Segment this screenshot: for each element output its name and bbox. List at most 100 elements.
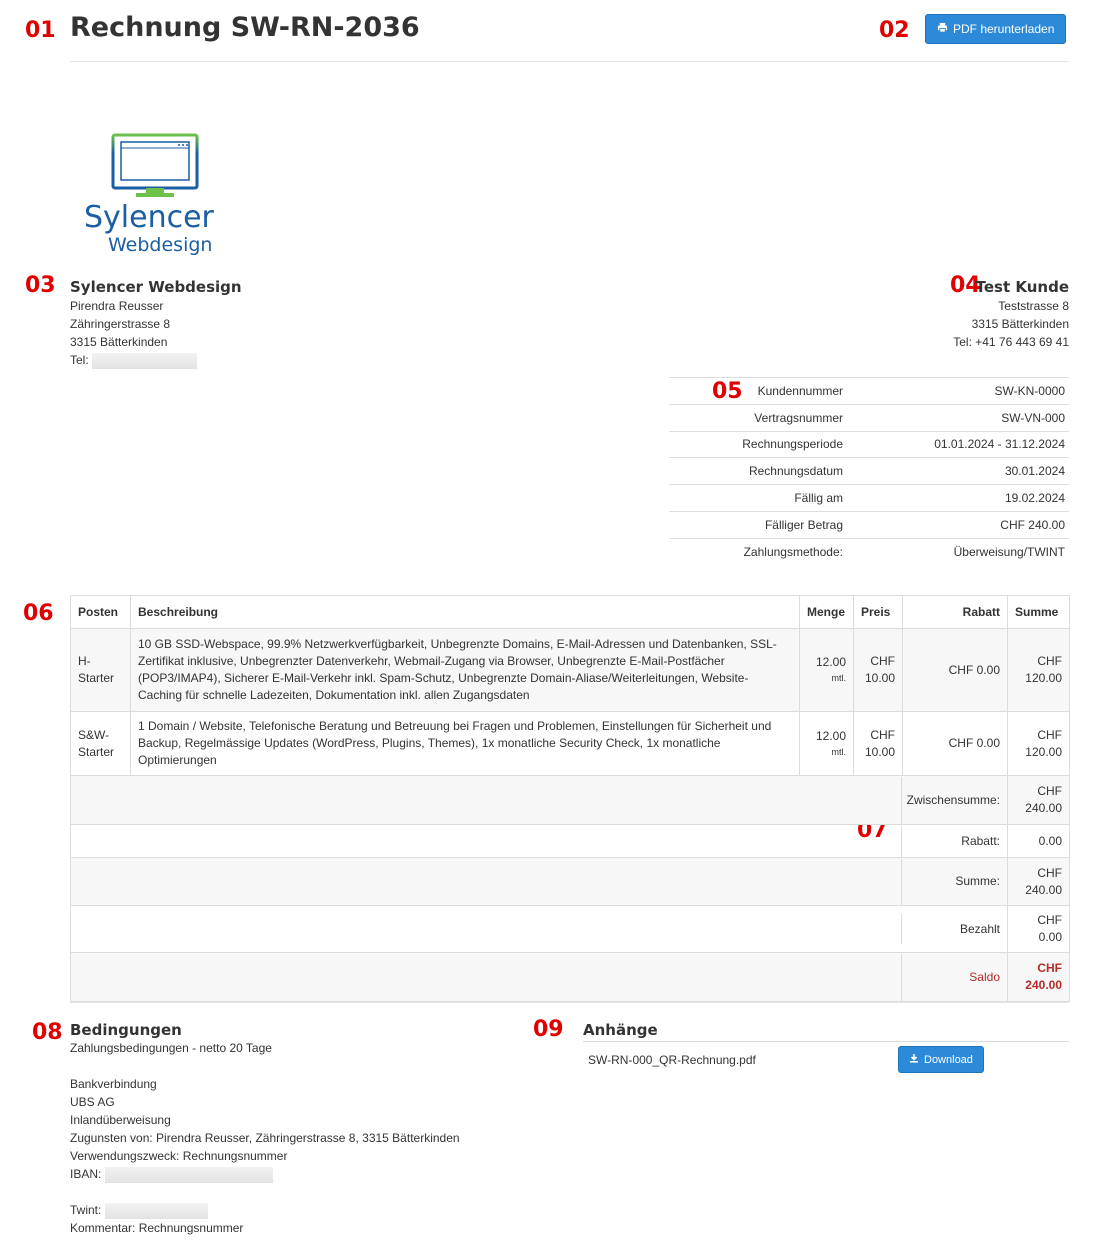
customer-tel: Tel: +41 76 443 69 41 <box>953 335 1069 349</box>
balance-value: CHF 240.00 <box>1007 952 1070 1002</box>
balance-label: Saldo <box>969 969 1000 984</box>
totals-row-subtotal: Zwischensumme: CHF 240.00 <box>70 775 1070 825</box>
attachment-download-button[interactable]: Download <box>898 1046 984 1073</box>
item-unit: mtl. <box>831 746 847 757</box>
detail-label: Fälliger Betrag <box>669 510 847 539</box>
totals-row-sum: Summe: CHF 240.00 <box>70 857 1070 906</box>
detail-value: Überweisung/TWINT <box>847 537 1069 566</box>
item-beschreibung: 1 Domain / Website, Telefonische Beratun… <box>130 711 800 776</box>
twint-comment: Kommentar: Rechnungsnummer <box>70 1221 244 1235</box>
detail-label: Vertragsnummer <box>669 403 847 432</box>
totals-label: Zwischensumme: <box>906 792 1000 807</box>
totals-label-cell: Bezahlt <box>70 905 1008 953</box>
marker-09: 09 <box>533 1017 564 1042</box>
item-rabatt: CHF 0.00 <box>902 628 1008 712</box>
detail-row-payment-method: Zahlungsmethode: Überweisung/TWINT <box>669 537 1069 566</box>
invoice-details-table: Kundennummer SW-KN-0000 Vertragsnummer SW-… <box>669 377 1069 566</box>
customer-address: Test Kunde Teststrasse 8 3315 Bätterkind… <box>953 278 1069 351</box>
invoice-items-table: Posten Beschreibung Menge Preis Rabatt S… <box>70 595 1070 1002</box>
beneficiary: Zugunsten von: Pirendra Reusser, Zähring… <box>70 1131 460 1145</box>
terms-title: Bedingungen <box>70 1021 182 1039</box>
marker-08: 08 <box>32 1020 63 1045</box>
detail-label: Kundennummer <box>669 377 847 405</box>
redacted-twint <box>104 1202 208 1219</box>
company-logo: Sylencer Webdesign <box>84 132 236 256</box>
attachments-section: Anhänge SW-RN-000_QR-Rechnung.pdf Downlo… <box>583 1021 1069 1076</box>
detail-value: 01.01.2024 - 31.12.2024 <box>847 430 1069 458</box>
detail-value: 19.02.2024 <box>847 484 1069 512</box>
totals-label: Summe: <box>955 874 1000 888</box>
item-menge-value: 12.00 <box>815 655 846 669</box>
col-header-preis: Preis <box>853 595 903 629</box>
detail-value: SW-KN-0000 <box>847 377 1069 405</box>
marker-01: 01 <box>25 18 56 43</box>
totals-row-paid: Bezahlt CHF 0.00 <box>70 905 1070 953</box>
customer-city: 3315 Bätterkinden <box>971 317 1069 331</box>
company-tel-label: Tel: <box>70 353 89 367</box>
company-city: 3315 Bätterkinden <box>70 335 168 349</box>
item-rabatt: CHF 0.00 <box>902 711 1008 776</box>
totals-row-balance: Saldo CHF 240.00 <box>70 952 1070 1002</box>
redacted-phone <box>92 352 198 369</box>
detail-label: Fällig am <box>669 484 847 512</box>
totals-label-cell: Summe: <box>70 857 1008 906</box>
detail-row-invoice-date: Rechnungsdatum 30.01.2024 <box>669 457 1069 485</box>
pdf-download-label: PDF herunterladen <box>953 22 1055 36</box>
detail-row-due-date: Fällig am 19.02.2024 <box>669 484 1069 512</box>
col-header-posten: Posten <box>70 595 131 629</box>
iban-label: IBAN: <box>70 1167 102 1181</box>
pdf-download-button[interactable]: PDF herunterladen <box>925 14 1067 44</box>
col-header-summe: Summe <box>1007 595 1070 629</box>
detail-label: Rechnungsperiode <box>669 430 847 458</box>
item-preis: CHF 10.00 <box>853 711 903 776</box>
terms-section: Bedingungen Zahlungsbedingungen - netto … <box>70 1021 460 1237</box>
marker-03: 03 <box>25 273 56 298</box>
totals-label: Rabatt: <box>961 833 1000 848</box>
detail-value: 30.01.2024 <box>847 457 1069 485</box>
attachments-title: Anhänge <box>583 1021 1069 1042</box>
company-tel: Tel: <box>70 351 242 369</box>
totals-label-cell: Zwischensumme: <box>70 775 1008 825</box>
detail-row-customer-number: Kundennummer SW-KN-0000 <box>669 377 1069 405</box>
item-posten: H-Starter <box>70 628 131 712</box>
totals-label: Bezahlt <box>959 921 1000 936</box>
item-summe: CHF 120.00 <box>1007 711 1070 776</box>
customer-street: Teststrasse 8 <box>998 299 1069 313</box>
totals-value: 0.00 <box>1007 824 1070 858</box>
table-row: S&W-Starter 1 Domain / Website, Telefoni… <box>70 711 1070 776</box>
detail-label: Zahlungsmethode: <box>669 537 847 566</box>
bank-name: UBS AG <box>70 1095 115 1109</box>
item-summe: CHF 120.00 <box>1007 628 1070 712</box>
company-address: Sylencer Webdesign Pirendra Reusser Zähr… <box>70 278 242 369</box>
detail-label: Rechnungsdatum <box>669 457 847 485</box>
detail-row-due-amount: Fälliger Betrag CHF 240.00 <box>669 510 1069 539</box>
iban: IBAN: <box>70 1165 460 1183</box>
totals-value: CHF 0.00 <box>1007 905 1070 953</box>
col-header-menge: Menge <box>799 595 854 629</box>
item-menge: 12.00 mtl. <box>799 628 854 712</box>
item-posten: S&W-Starter <box>70 711 131 776</box>
company-contact: Pirendra Reusser <box>70 299 164 313</box>
company-name: Sylencer Webdesign <box>70 278 242 296</box>
totals-label-cell: Rabatt: <box>70 824 1008 858</box>
logo-text-sylencer: Sylencer <box>84 200 215 235</box>
detail-value: CHF 240.00 <box>847 510 1069 539</box>
twint: Twint: <box>70 1201 460 1219</box>
items-header-row: Posten Beschreibung Menge Preis Rabatt S… <box>70 595 1070 629</box>
totals-value: CHF 240.00 <box>1007 857 1070 906</box>
payment-terms: Zahlungsbedingungen - netto 20 Tage <box>70 1041 272 1055</box>
header-divider <box>70 61 1069 62</box>
section-divider <box>70 1002 1069 1003</box>
detail-row-invoice-period: Rechnungsperiode 01.01.2024 - 31.12.2024 <box>669 430 1069 458</box>
detail-value: SW-VN-000 <box>847 403 1069 432</box>
totals-row-discount: Rabatt: 0.00 <box>70 824 1070 858</box>
redacted-iban <box>104 1166 273 1183</box>
download-label: Download <box>924 1053 973 1066</box>
item-menge: 12.00 mtl. <box>799 711 854 776</box>
item-beschreibung: 10 GB SSD-Webspace, 99.9% Netzwerkverfüg… <box>130 628 800 712</box>
transfer-type: Inlandüberweisung <box>70 1113 171 1127</box>
page-title: Rechnung SW-RN-2036 <box>70 12 420 43</box>
item-menge-value: 12.00 <box>815 728 846 743</box>
col-header-rabatt: Rabatt <box>902 595 1008 629</box>
totals-value: CHF 240.00 <box>1007 775 1070 825</box>
